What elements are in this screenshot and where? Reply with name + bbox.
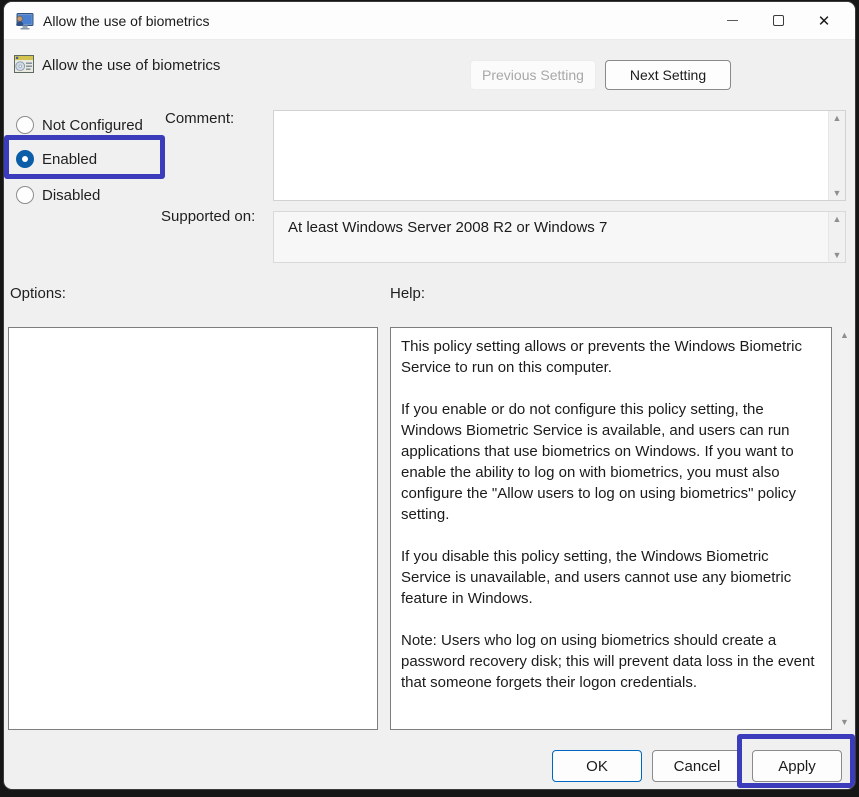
help-text: This policy setting allows or prevents t… bbox=[401, 336, 819, 693]
apply-button[interactable]: Apply bbox=[752, 750, 842, 782]
close-icon[interactable]: ✕ bbox=[801, 2, 847, 39]
policy-setting-dialog: Allow the use of biometrics ✕ Allow the … bbox=[4, 2, 855, 789]
radio-label: Not Configured bbox=[42, 117, 143, 134]
scroll-up-icon[interactable]: ▲ bbox=[840, 330, 849, 340]
caption-buttons: ✕ bbox=[709, 2, 855, 39]
previous-setting-button[interactable]: Previous Setting bbox=[470, 60, 596, 90]
help-panel[interactable]: This policy setting allows or prevents t… bbox=[390, 327, 832, 730]
scroll-down-icon[interactable]: ▼ bbox=[840, 717, 849, 727]
radio-label: Disabled bbox=[42, 187, 100, 204]
radio-not-configured[interactable]: Not Configured bbox=[16, 115, 143, 135]
radio-enabled[interactable]: Enabled bbox=[16, 149, 97, 169]
comment-scrollbar[interactable]: ▲ ▼ bbox=[828, 111, 845, 200]
radio-disabled[interactable]: Disabled bbox=[16, 185, 100, 205]
maximize-icon[interactable] bbox=[755, 2, 801, 39]
minimize-icon[interactable] bbox=[709, 2, 755, 39]
supported-on-field: At least Windows Server 2008 R2 or Windo… bbox=[273, 211, 846, 263]
cancel-button[interactable]: Cancel bbox=[652, 750, 742, 782]
policy-setting-icon bbox=[14, 55, 34, 73]
next-setting-button[interactable]: Next Setting bbox=[605, 60, 731, 90]
user-monitor-icon bbox=[14, 11, 34, 31]
supported-on-value: At least Windows Server 2008 R2 or Windo… bbox=[274, 212, 828, 262]
options-panel bbox=[8, 327, 378, 730]
comment-field: ▲ ▼ bbox=[273, 110, 846, 201]
help-scrollbar[interactable]: ▲ ▼ bbox=[836, 327, 853, 730]
setting-name: Allow the use of biometrics bbox=[42, 57, 220, 74]
supported-on-label: Supported on: bbox=[161, 208, 255, 225]
radio-circle-selected-icon[interactable] bbox=[16, 150, 34, 168]
scroll-up-icon[interactable]: ▲ bbox=[833, 113, 842, 123]
scroll-down-icon[interactable]: ▼ bbox=[833, 250, 842, 260]
help-label: Help: bbox=[390, 285, 425, 302]
scroll-up-icon[interactable]: ▲ bbox=[833, 214, 842, 224]
radio-circle-unselected-icon[interactable] bbox=[16, 186, 34, 204]
title-bar: Allow the use of biometrics ✕ bbox=[4, 2, 855, 40]
radio-label: Enabled bbox=[42, 151, 97, 168]
comment-input[interactable] bbox=[274, 111, 828, 200]
comment-label: Comment: bbox=[165, 110, 234, 127]
options-label: Options: bbox=[10, 285, 66, 302]
supported-on-scrollbar[interactable]: ▲ ▼ bbox=[828, 212, 845, 262]
ok-button[interactable]: OK bbox=[552, 750, 642, 782]
radio-circle-unselected-icon[interactable] bbox=[16, 116, 34, 134]
window-title: Allow the use of biometrics bbox=[43, 13, 210, 29]
scroll-down-icon[interactable]: ▼ bbox=[833, 188, 842, 198]
